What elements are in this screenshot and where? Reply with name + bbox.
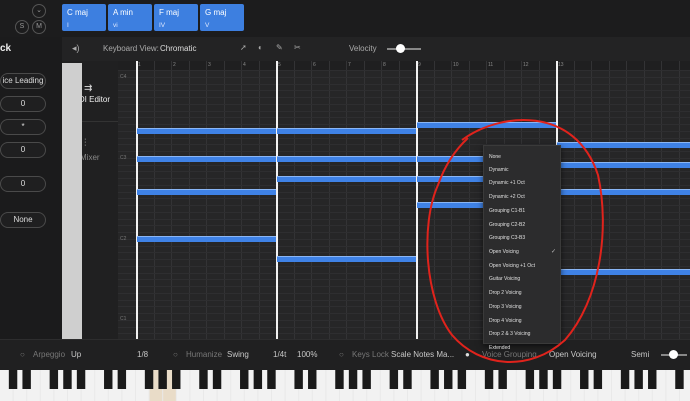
red-circle-annotation xyxy=(426,119,604,363)
annotation-overlay xyxy=(426,119,604,363)
